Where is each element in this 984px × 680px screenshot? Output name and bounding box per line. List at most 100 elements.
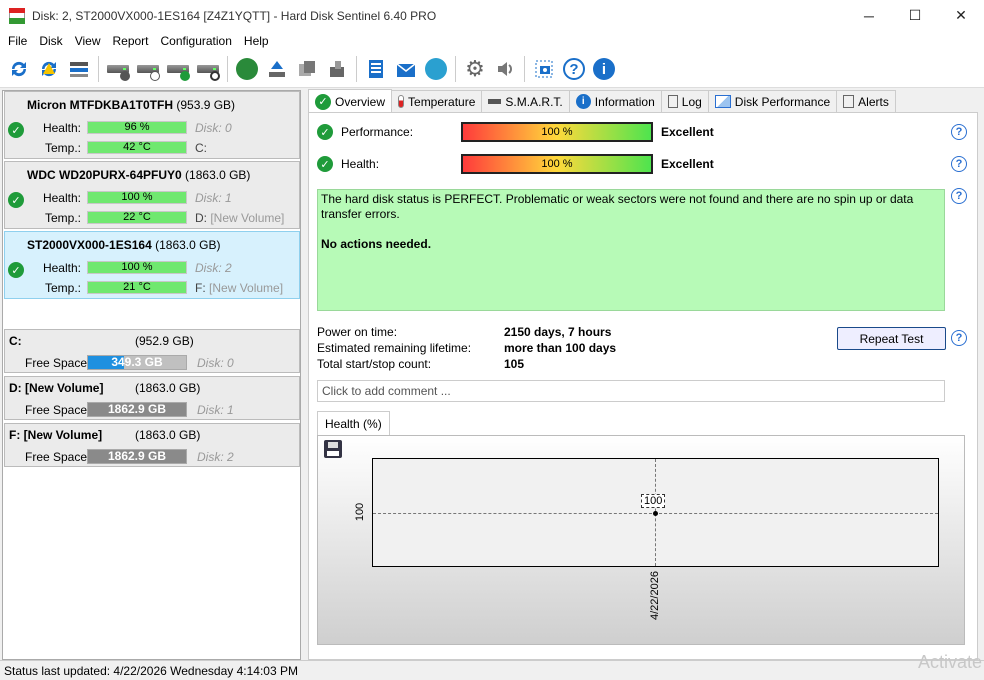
tab-overview[interactable]: ✓ Overview [308,89,393,113]
health-bar: 100 % [87,191,187,204]
health-bar: 100 % [461,154,653,174]
disk-size: (1863.0 GB) [155,238,221,252]
info-icon[interactable]: i [591,56,617,82]
disk-check-icon[interactable] [165,56,191,82]
tab-label: Overview [335,94,386,109]
tab-disk-performance[interactable]: Disk Performance [707,90,838,112]
tab-label: Log [681,94,702,109]
email-icon[interactable] [393,56,419,82]
tab-smart[interactable]: S.M.A.R.T. [481,90,570,112]
volume-disk: Disk: 0 [197,356,234,370]
menu-report[interactable]: Report [106,34,154,48]
menu-view[interactable]: View [69,34,107,48]
data-label: 100 [641,494,666,508]
upload-disk-icon[interactable] [264,56,290,82]
free-space-value: 349.3 GB [111,355,163,369]
performance-rating: Excellent [661,125,714,139]
maximize-button[interactable]: ☐ [892,0,938,31]
disk-item-1[interactable]: WDC WD20PURX-64PFUY0 (1863.0 GB) ✓ Healt… [4,161,300,229]
sound-icon[interactable] [492,56,518,82]
disk-name: ST2000VX000-1ES164 [27,238,152,252]
disk-panel: Micron MTFDKBA1T0TFH (953.9 GB) ✓ Health… [2,90,301,660]
health-rating: Excellent [661,157,714,171]
power-on-value: 2150 days, 7 hours [504,325,612,339]
help-icon[interactable]: ? [561,56,587,82]
health-bar: 96 % [87,121,187,134]
window-title: Disk: 2, ST2000VX000-1ES164 [Z4Z1YQTT] -… [32,8,437,23]
server-icon[interactable] [294,56,320,82]
performance-bar: 100 % [461,122,653,142]
x-tick-label: 4/22/2026 [649,571,661,620]
refresh-all-icon[interactable] [36,56,62,82]
temp-bar: 22 °C [87,211,187,224]
help-icon[interactable]: ? [951,124,967,140]
health-bar: 100 % [87,261,187,274]
disk-schedule-icon[interactable] [135,56,161,82]
menu-bar: File Disk View Report Configuration Help [0,31,984,51]
tab-health-graph[interactable]: Health (%) [317,411,390,435]
help-icon[interactable]: ? [951,330,967,346]
disk-number: Disk: 1 [195,191,232,205]
volume-disk: Disk: 1 [197,403,234,417]
disk-item-0[interactable]: Micron MTFDKBA1T0TFH (953.9 GB) ✓ Health… [4,91,300,159]
toolbar: ⚙ ? i [0,51,984,88]
free-space-label: Free Space [25,403,88,417]
help-icon[interactable]: ? [951,188,967,204]
free-space-bar: 1862.9 GB [87,449,187,464]
info-icon: i [575,94,591,109]
refresh-icon[interactable] [6,56,32,82]
backup-icon[interactable] [324,56,350,82]
menu-file[interactable]: File [2,34,33,48]
disk-list-icon[interactable] [66,56,92,82]
menu-help[interactable]: Help [238,34,275,48]
disk-name: WDC WD20PURX-64PFUY0 [27,168,182,182]
temp-label: Temp.: [44,281,81,295]
free-space-label: Free Space [25,356,88,370]
surface-test-icon[interactable] [105,56,131,82]
gear-icon[interactable]: ⚙ [462,56,488,82]
tab-alerts[interactable]: Alerts [836,90,896,112]
menu-configuration[interactable]: Configuration [155,34,238,48]
tab-log[interactable]: Log [660,90,709,112]
minimize-button[interactable]: ─ [846,0,892,31]
health-graph: 100 100 4/22/2026 [317,435,965,645]
repeat-test-button[interactable]: Repeat Test [837,327,946,350]
volume-item-2[interactable]: F: [New Volume] (1863.0 GB) Free Space 1… [4,423,300,467]
volume-size: (952.9 GB) [135,334,194,348]
network-disk-icon[interactable] [234,56,260,82]
tab-information[interactable]: i Information [568,90,662,112]
free-space-value: 1862.9 GB [107,449,167,463]
send-report-icon[interactable] [423,56,449,82]
menu-disk[interactable]: Disk [33,34,68,48]
status-message: The hard disk status is PERFECT. Problem… [321,192,914,221]
status-message-box: The hard disk status is PERFECT. Problem… [317,189,945,311]
disk-search-icon[interactable] [195,56,221,82]
free-space-value: 1862.9 GB [107,402,167,416]
report-icon[interactable] [363,56,389,82]
volume-size: (1863.0 GB) [135,428,201,442]
close-button[interactable]: ✕ [938,0,984,31]
disk-size: (953.9 GB) [176,98,236,112]
health-label: Health: [42,261,81,275]
screenshot-icon[interactable] [531,56,557,82]
temp-label: Temp.: [44,141,81,155]
help-icon[interactable]: ? [951,156,967,172]
health-label: Health: [42,121,81,135]
save-icon[interactable] [324,440,342,458]
volume-item-0[interactable]: C: (952.9 GB) Free Space 349.3 GB Disk: … [4,329,300,373]
chart-icon [714,95,731,108]
disk-item-2[interactable]: ST2000VX000-1ES164 (1863.0 GB) ✓ Health:… [4,231,300,299]
temp-bar: 42 °C [87,141,187,154]
temp-bar: 21 °C [87,281,187,294]
volume-name: [New Volume] [209,281,284,295]
start-stop-value: 105 [504,357,525,371]
drive-letter: D: [195,211,207,225]
volume-item-1[interactable]: D: [New Volume] (1863.0 GB) Free Space 1… [4,376,300,420]
comment-input[interactable]: Click to add comment ... [317,380,945,402]
disk-name: Micron MTFDKBA1T0TFH [27,98,173,112]
tab-label: Disk Performance [734,94,831,109]
tab-temperature[interactable]: Temperature [391,90,483,112]
document-icon [667,95,678,108]
app-icon [9,7,25,24]
start-stop-label: Total start/stop count: [317,357,432,371]
